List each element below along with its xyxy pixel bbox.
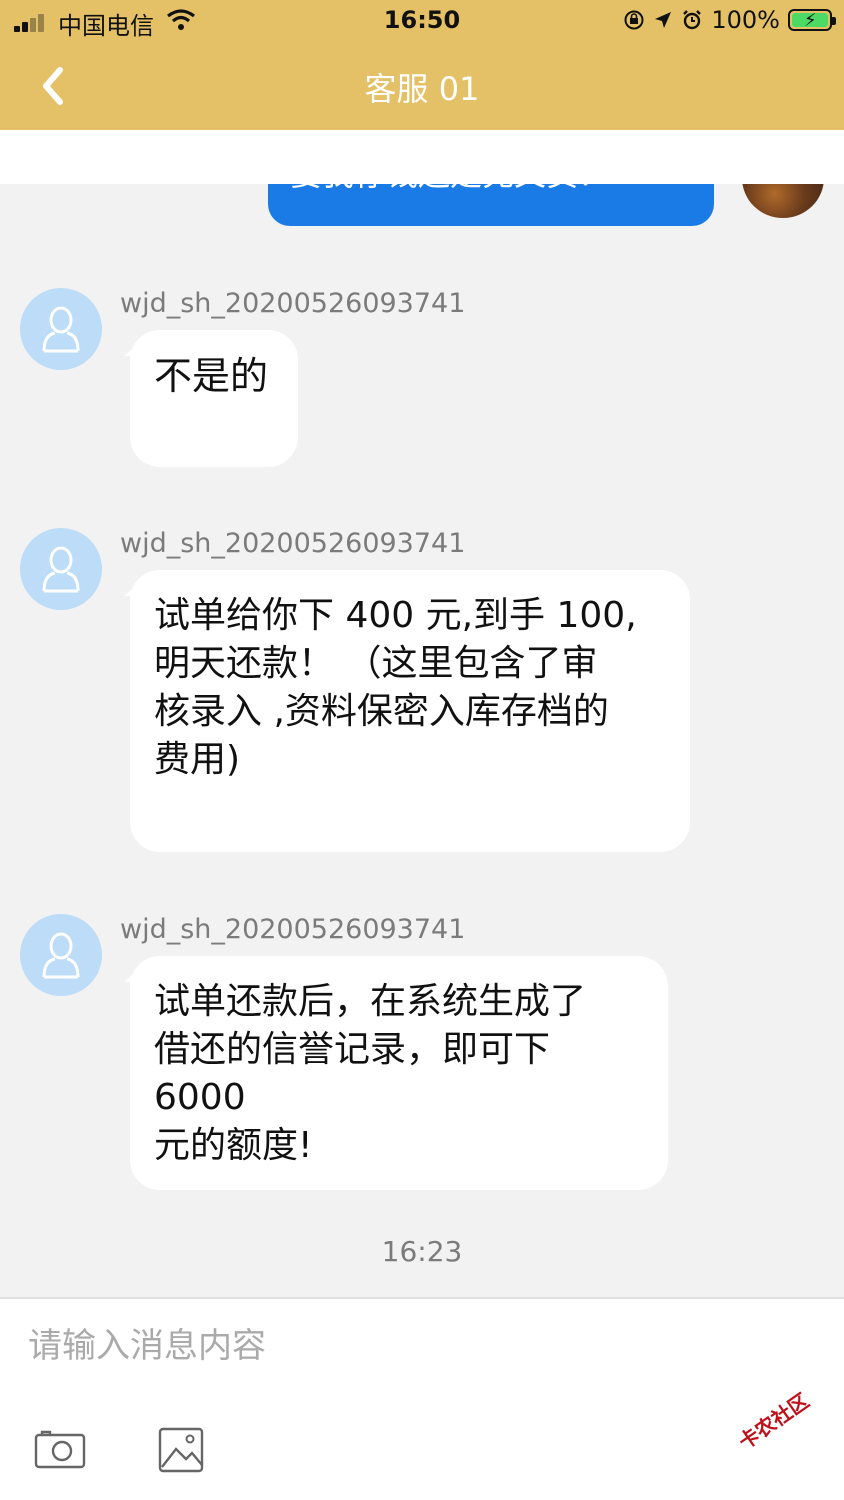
watermark-text: 卡农社区 (734, 1388, 814, 1455)
page-title: 客服 01 (364, 70, 480, 108)
sender-name: wjd_sh_20200526093741 (120, 528, 466, 559)
chat-list[interactable]: 要我存钱还是充文员？ wjd_sh_20200526093741 不是的 wjd… (0, 130, 844, 1297)
alarm-icon (683, 10, 702, 30)
message-input[interactable] (28, 1323, 818, 1369)
image-button[interactable] (158, 1427, 204, 1473)
chat-top-divider (0, 130, 844, 184)
orientation-lock-icon (624, 10, 644, 30)
user-silhouette-icon (42, 546, 80, 593)
message-timestamp: 16:23 (381, 1235, 463, 1268)
watermark-logo: 卡农社区 (732, 1374, 844, 1481)
top-bar: 中国电信 16:50 100% ⚡ 客服 01 (0, 0, 844, 130)
agent-avatar[interactable] (20, 528, 102, 610)
user-silhouette-icon (42, 306, 80, 353)
received-message-bubble[interactable]: 不是的 (130, 330, 298, 467)
sender-name: wjd_sh_20200526093741 (120, 914, 466, 945)
camera-icon (34, 1430, 86, 1469)
location-icon (655, 12, 672, 28)
battery-charging-icon: ⚡ (788, 9, 836, 31)
sender-name: wjd_sh_20200526093741 (120, 288, 466, 319)
status-bar: 中国电信 16:50 100% ⚡ (0, 0, 844, 44)
message-composer: 卡农社区 (0, 1297, 844, 1500)
battery-percent: 100% (711, 6, 780, 34)
received-message-bubble[interactable]: 试单给你下 400 元,到手 100, 明天还款！ （这里包含了审 核录入 ,资… (130, 570, 690, 852)
agent-avatar[interactable] (20, 914, 102, 996)
image-icon (158, 1427, 204, 1473)
status-right-group: 100% ⚡ (623, 6, 836, 34)
agent-avatar[interactable] (20, 288, 102, 370)
user-silhouette-icon (42, 932, 80, 979)
camera-button[interactable] (34, 1429, 86, 1469)
received-message-bubble[interactable]: 试单还款后，在系统生成了 借还的信誉记录，即可下 6000 元的额度! (130, 956, 668, 1190)
